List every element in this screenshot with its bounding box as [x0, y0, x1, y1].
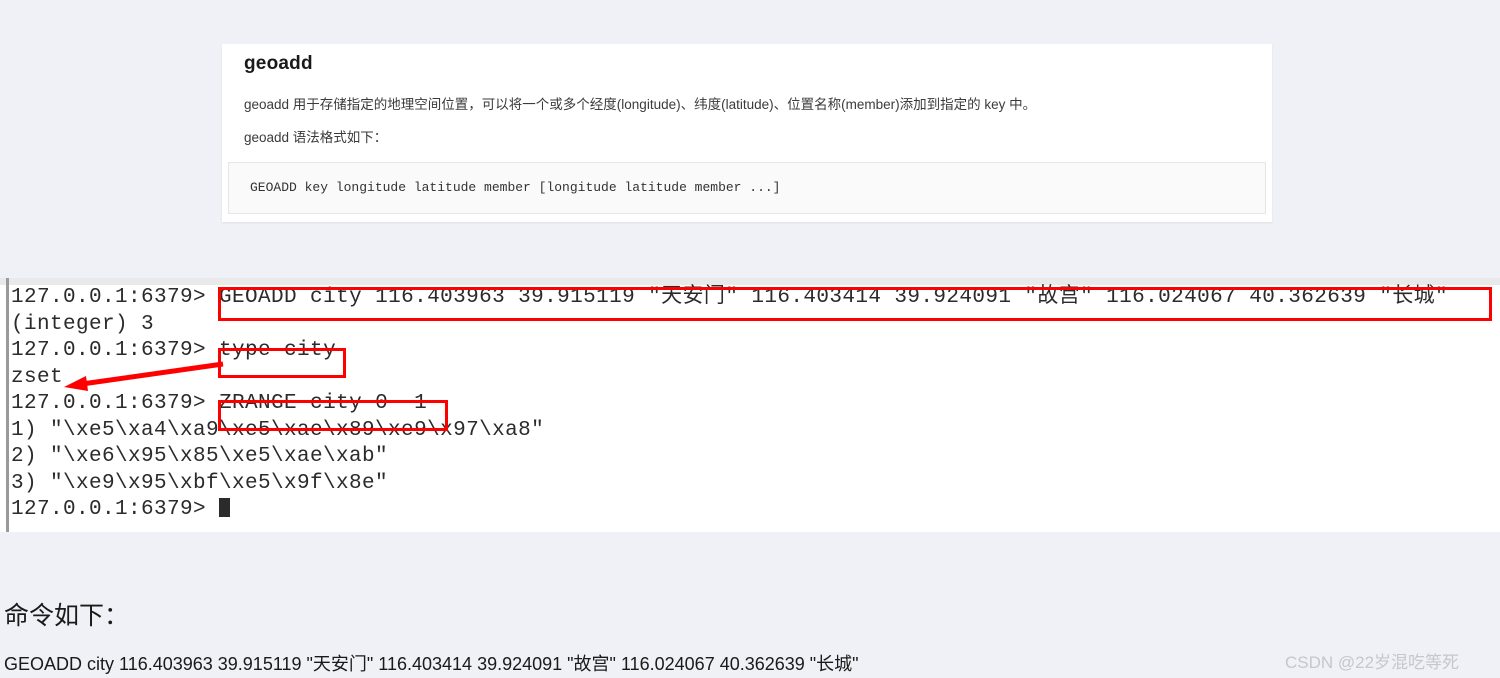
csdn-watermark: CSDN @22岁混吃等死 — [1285, 653, 1460, 672]
terminal-line-text: (integer) 3 — [11, 312, 155, 336]
terminal-line: 127.0.0.1:6379> — [11, 497, 1500, 524]
terminal-line-text: zset — [11, 365, 64, 389]
terminal-line-text: type city — [219, 339, 337, 362]
terminal-line: 127.0.0.1:6379> GEOADD city 116.403963 3… — [11, 285, 1500, 312]
terminal-line: (integer) 3 — [11, 312, 1500, 339]
terminal-prompt: 127.0.0.1:6379> — [11, 392, 220, 415]
terminal-line: 127.0.0.1:6379> ZRANGE city 0 -1 — [11, 391, 1500, 418]
doc-title: geoadd — [244, 53, 313, 74]
terminal-left-rail — [6, 278, 9, 532]
terminal-cursor — [219, 498, 231, 517]
terminal-line-text: 1) "\xe5\xa4\xa9\xe5\xae\x89\xe9\x97\xa8… — [11, 418, 545, 442]
terminal-prompt: 127.0.0.1:6379> — [11, 286, 220, 309]
terminal-line: 1) "\xe5\xa4\xa9\xe5\xae\x89\xe9\x97\xa8… — [11, 418, 1500, 445]
terminal-prompt: 127.0.0.1:6379> — [11, 339, 220, 362]
doc-code-block: GEOADD key longitude latitude member [lo… — [228, 162, 1266, 214]
terminal-line: 127.0.0.1:6379> type city — [11, 338, 1500, 365]
doc-description-paragraph: geoadd 用于存储指定的地理空间位置，可以将一个或多个经度(longitud… — [244, 97, 1037, 112]
documentation-panel: geoadd geoadd 用于存储指定的地理空间位置，可以将一个或多个经度(l… — [222, 44, 1272, 222]
terminal-top-strip — [0, 278, 1500, 285]
terminal-line: 3) "\xe9\x95\xbf\xe5\x9f\x8e" — [11, 471, 1500, 498]
terminal-output-lines: 127.0.0.1:6379> GEOADD city 116.403963 3… — [11, 285, 1500, 524]
terminal-line-text: ZRANGE city 0 -1 — [219, 392, 428, 415]
terminal-line-text: GEOADD city 116.403963 39.915119 "天安门" 1… — [219, 286, 1449, 309]
terminal-line-text: 2) "\xe6\x95\x85\xe5\xae\xab" — [11, 445, 389, 468]
terminal-line-text: 3) "\xe9\x95\xbf\xe5\x9f\x8e" — [11, 471, 389, 495]
terminal-prompt: 127.0.0.1:6379> — [11, 498, 220, 521]
terminal-screenshot: 127.0.0.1:6379> GEOADD city 116.403963 3… — [0, 278, 1500, 532]
bottom-heading: 命令如下： — [4, 602, 130, 630]
terminal-line: zset — [11, 365, 1500, 392]
bottom-command-text: GEOADD city 116.403963 39.915119 "天安门" 1… — [4, 654, 859, 674]
doc-code-syntax-text: GEOADD key longitude latitude member [lo… — [250, 180, 781, 195]
terminal-line: 2) "\xe6\x95\x85\xe5\xae\xab" — [11, 444, 1500, 471]
doc-syntax-intro-paragraph: geoadd 语法格式如下： — [244, 130, 388, 145]
